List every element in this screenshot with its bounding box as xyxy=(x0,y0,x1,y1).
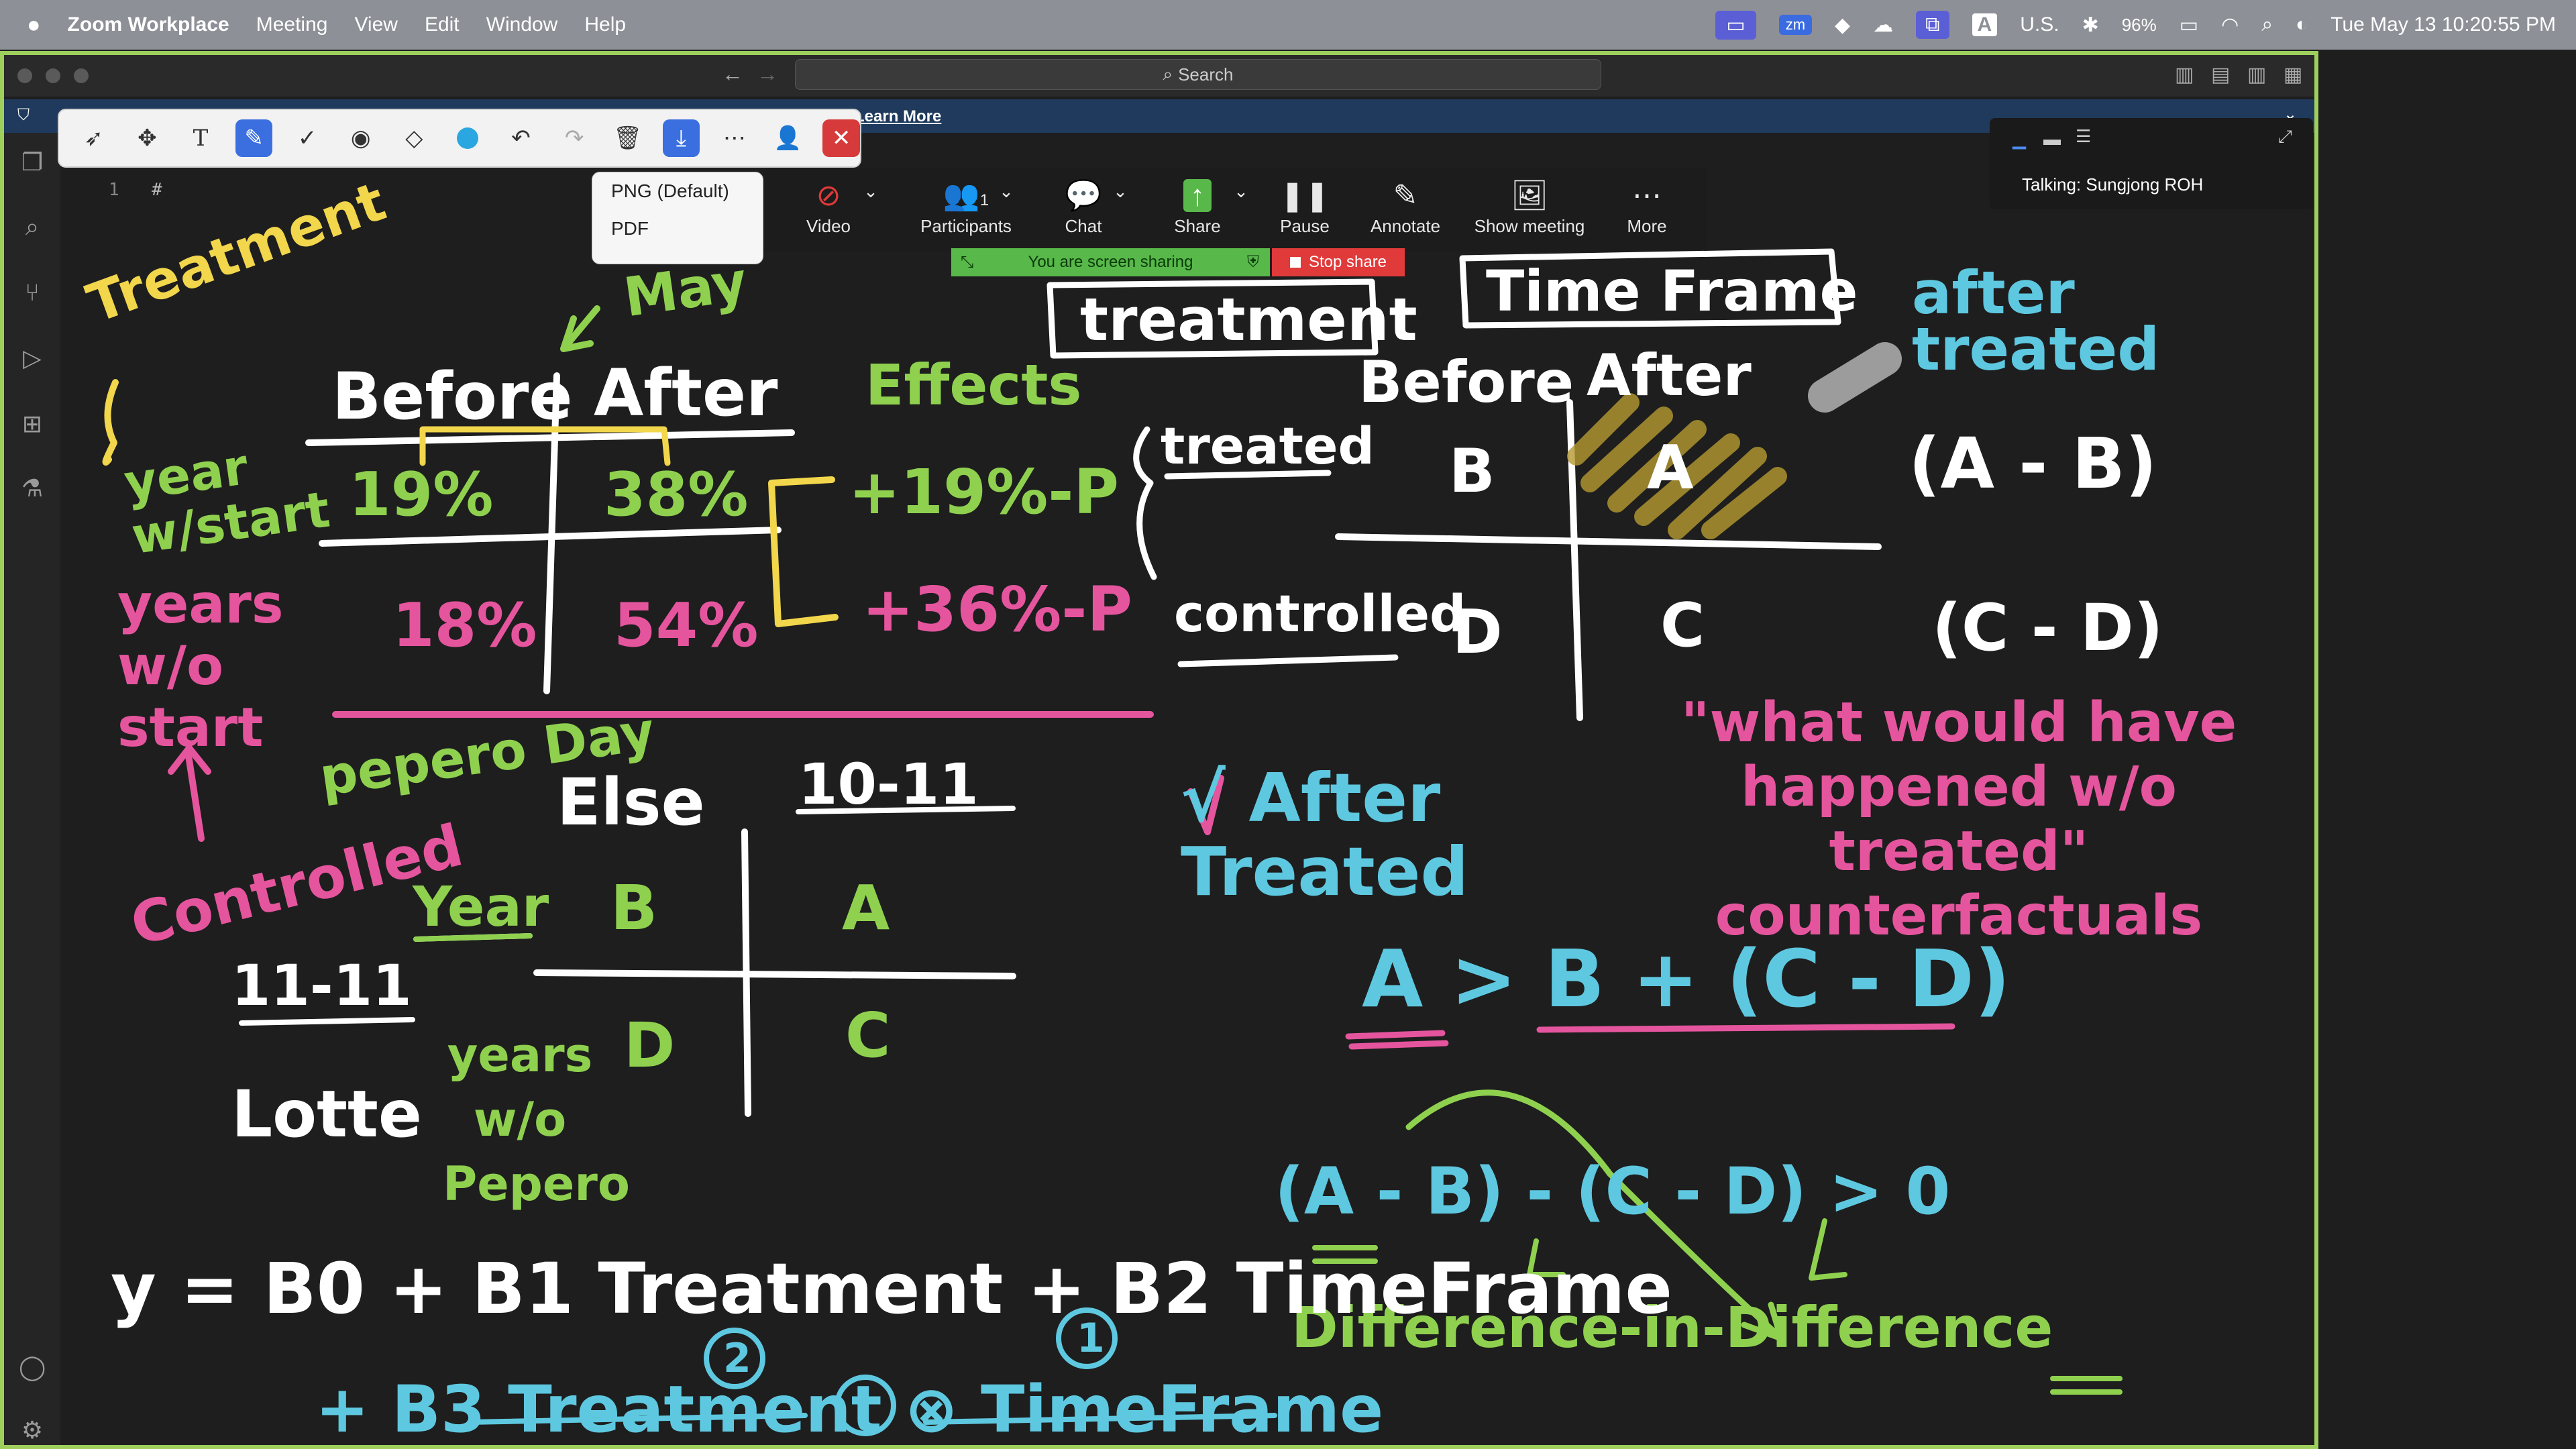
note-cell-d-right: D xyxy=(1452,597,1503,667)
note-after-treated-check: √ After Treated xyxy=(1181,759,1469,911)
note-did-expression: (A - B) - (C - D) > 0 xyxy=(1275,1154,1951,1229)
note-equation-line1: y = B0 + B1 Treatment + B2 TimeFrame xyxy=(111,1248,1672,1330)
note-a-minus-b: (A - B) xyxy=(1909,423,2157,504)
note-effect-1: +19%-P xyxy=(849,456,1119,528)
note-cell-b-left: B xyxy=(610,872,658,944)
note-cell-c-left: C xyxy=(845,1000,891,1071)
note-value-19: 19% xyxy=(349,460,494,530)
note-year: Year xyxy=(413,875,549,939)
note-range-10-11: 10-11 xyxy=(798,751,979,817)
note-treated: treated xyxy=(1161,416,1375,476)
note-else: Else xyxy=(557,765,705,840)
note-circled-2: 2 xyxy=(723,1335,751,1382)
note-cell-c-right: C xyxy=(1660,590,1705,661)
note-before: Before xyxy=(332,359,573,434)
note-value-18: 18% xyxy=(392,590,537,661)
note-cell-a-left: A xyxy=(842,872,890,944)
note-controlled-right: controlled xyxy=(1174,584,1466,643)
note-box-timeframe: Time Frame xyxy=(1486,258,1858,324)
note-counterfactual: "what would have happened w/o treated" c… xyxy=(1680,691,2237,948)
note-before-right: Before xyxy=(1358,349,1574,416)
note-after-right: After xyxy=(1587,342,1752,409)
note-after-treated: after treated xyxy=(1912,258,2160,384)
note-circled-1: 1 xyxy=(1077,1315,1105,1362)
note-equation-line2: + B3 Treatment ⊗ TimeFrame xyxy=(315,1372,1384,1447)
note-box-treatment: treatment xyxy=(1080,285,1417,354)
note-cell-b-right: B xyxy=(1449,436,1495,506)
note-value-38: 38% xyxy=(604,460,749,530)
note-c-minus-d: (C - D) xyxy=(1932,590,2163,665)
note-lotte: Lotte xyxy=(231,1077,423,1152)
note-years-wo-start: years w/o start xyxy=(117,573,284,759)
note-value-54: 54% xyxy=(614,590,759,661)
note-effects: Effects xyxy=(865,352,1082,418)
note-years-wo-pepero: years w/o Pepero xyxy=(443,1028,630,1212)
note-cell-a-right: A xyxy=(1647,433,1694,503)
note-after: After xyxy=(594,356,778,431)
note-inequality: A > B + (C - D) xyxy=(1362,932,2010,1025)
note-range-11-11: 11-11 xyxy=(231,953,412,1018)
note-effect-2: +36%-P xyxy=(862,574,1132,645)
note-cell-d-left: D xyxy=(624,1010,676,1081)
